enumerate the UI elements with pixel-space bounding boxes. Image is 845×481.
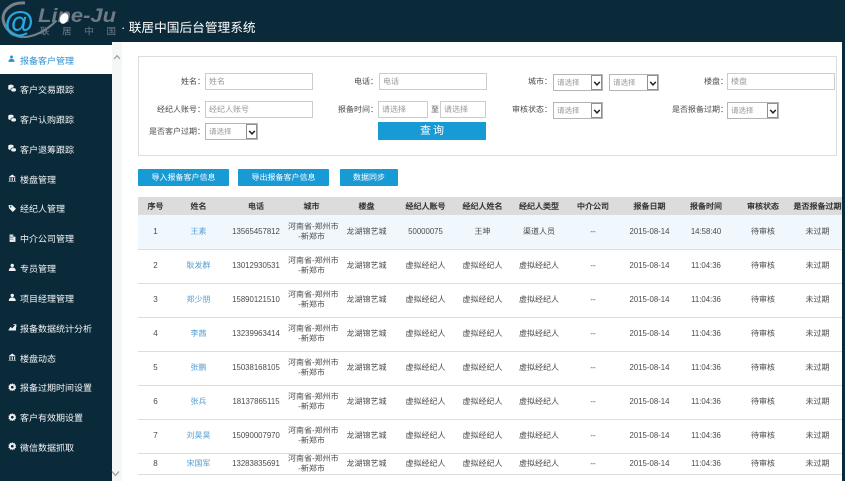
svg-text:@: @ (5, 6, 34, 39)
svg-text:Line-Ju: Line-Ju (38, 6, 116, 27)
